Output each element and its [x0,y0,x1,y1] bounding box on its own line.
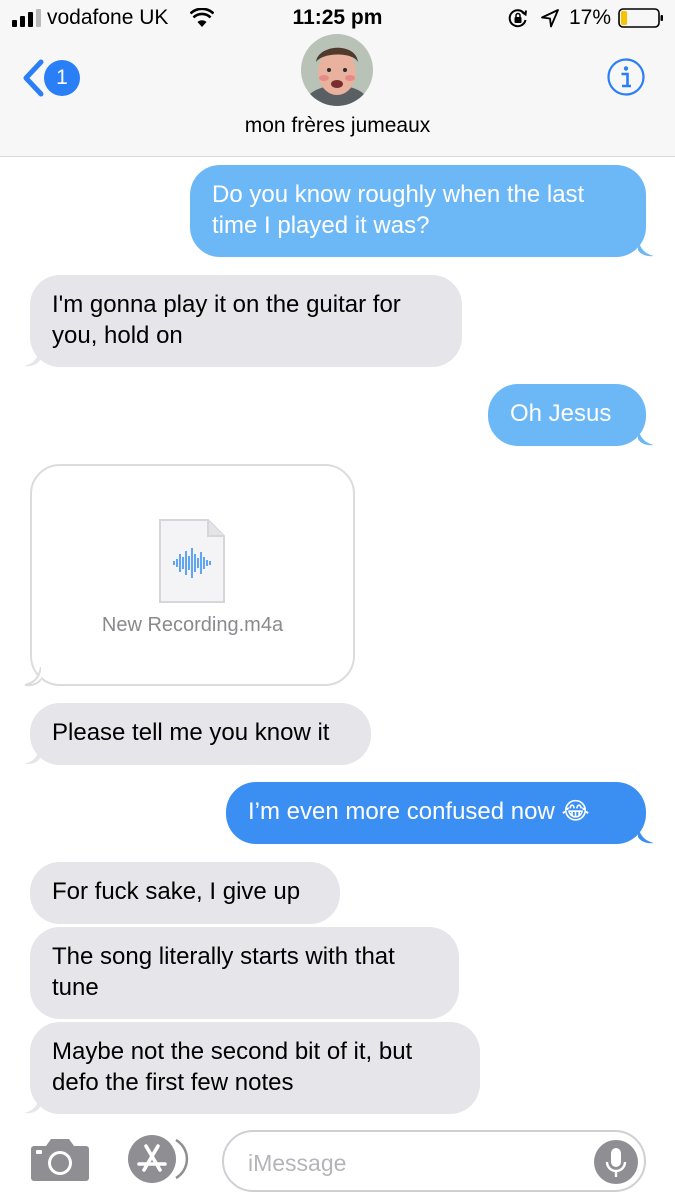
message-text: The song literally starts with that tune [52,943,395,1001]
location-icon [541,9,559,28]
camera-icon[interactable] [30,1136,90,1182]
message-bubble-sent[interactable]: I’m even more confused now 😂 [226,782,646,844]
message-bubble-received[interactable]: Please tell me you know it [30,703,371,765]
bubble-tail [24,667,41,687]
bubble-tail [24,1095,40,1114]
message-text: Please tell me you know it [52,719,330,746]
bubble-tail [24,348,40,367]
audio-attachment[interactable]: New Recording.m4a [30,464,355,686]
message-bubble-received[interactable]: I'm gonna play it on the guitar for you,… [30,275,462,367]
message-input[interactable] [246,1144,580,1182]
message-text: Do you know roughly when the last time I… [212,181,585,239]
message-bubble-sent[interactable]: Do you know roughly when the last time I… [190,165,646,257]
message-bubble-received[interactable]: Maybe not the second bit of it, but defo… [30,1022,480,1114]
message-input-field[interactable] [222,1130,646,1192]
microphone-icon [605,1148,627,1177]
bubble-tail [24,746,40,765]
compose-bar [0,1116,675,1200]
conversation-header: vodafone UK 11:25 pm 17% 1 mon frères ju… [0,0,675,157]
message-bubble-sent[interactable]: Oh Jesus [488,384,646,446]
bubble-tail [638,825,654,844]
avatar-photo [301,34,373,106]
bubble-tail [638,238,654,257]
message-text: For fuck sake, I give up [52,878,301,905]
orientation-lock-icon [508,9,527,28]
status-bar: vodafone UK 11:25 pm 17% [0,0,675,36]
bubble-tail [638,427,654,446]
message-text: I’m even more confused now 😂 [248,798,590,825]
audio-file-icon [159,519,225,603]
unread-badge[interactable]: 1 [44,60,80,96]
message-text: I'm gonna play it on the guitar for you,… [52,291,401,349]
message-text: Oh Jesus [510,400,612,427]
battery-icon [618,8,663,28]
contact-avatar[interactable] [301,34,373,106]
message-text: Maybe not the second bit of it, but defo… [52,1038,413,1096]
message-bubble-received[interactable]: For fuck sake, I give up [30,862,340,924]
info-icon[interactable] [606,57,646,97]
microphone-button[interactable] [594,1140,638,1184]
chevron-left-icon[interactable] [20,58,46,98]
message-bubble-received[interactable]: The song literally starts with that tune [30,927,459,1019]
app-store-icon[interactable] [126,1134,192,1184]
contact-name[interactable]: mon frères jumeaux [0,113,675,139]
battery-percentage: 17% [569,6,612,29]
attachment-file-name: New Recording.m4a [101,614,284,636]
